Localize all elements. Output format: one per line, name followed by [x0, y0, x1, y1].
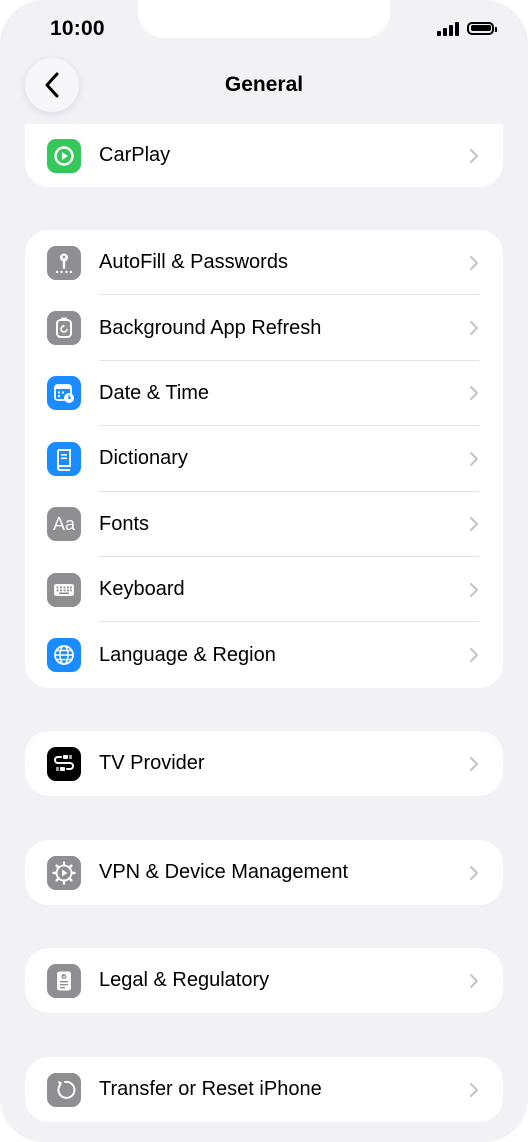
- chevron-right-icon: [470, 648, 478, 663]
- row-transfer-reset[interactable]: Transfer or Reset iPhone: [25, 1057, 503, 1122]
- settings-group-carplay: CarPlay: [25, 124, 503, 187]
- row-date-time[interactable]: Date & Time: [25, 361, 503, 427]
- row-label: Dictionary: [99, 447, 188, 470]
- gear-icon: [47, 855, 81, 890]
- row-dictionary[interactable]: Dictionary: [25, 426, 503, 492]
- chevron-right-icon: [470, 148, 478, 163]
- chevron-right-icon: [470, 973, 478, 988]
- phone-screen: 10:00 General CarPlay AutoFill & Passwor…: [0, 0, 528, 1142]
- row-label: Transfer or Reset iPhone: [99, 1078, 322, 1100]
- row-label: Language & Region: [99, 643, 276, 666]
- row-tv-provider[interactable]: TV Provider: [25, 731, 503, 796]
- row-background-app-refresh[interactable]: Background App Refresh: [25, 295, 503, 361]
- calendar-clock-icon: [47, 376, 81, 411]
- row-label: Fonts: [99, 512, 150, 535]
- chevron-right-icon: [470, 1082, 478, 1097]
- page-title: General: [224, 73, 304, 96]
- settings-group-vpn: VPN & Device Management: [25, 840, 503, 905]
- row-label: Background App Refresh: [99, 316, 322, 339]
- row-fonts[interactable]: Aa Fonts: [25, 492, 503, 557]
- row-label: Keyboard: [99, 578, 185, 601]
- row-label: TV Provider: [99, 752, 205, 774]
- row-legal-regulatory[interactable]: Legal & Regulatory: [25, 948, 503, 1013]
- settings-group-general: AutoFill & Passwords Background App Refr…: [25, 230, 503, 688]
- status-time: 10:00: [50, 17, 105, 40]
- chevron-right-icon: [470, 582, 478, 597]
- row-keyboard[interactable]: Keyboard: [25, 557, 503, 623]
- carplay-icon: [47, 138, 81, 173]
- row-carplay[interactable]: CarPlay: [25, 124, 503, 187]
- row-language-region[interactable]: Language & Region: [25, 622, 503, 687]
- row-label: Date & Time: [99, 381, 210, 404]
- status-icons: [437, 20, 497, 36]
- key-icon: [47, 245, 81, 280]
- legal-icon: [47, 963, 81, 998]
- keyboard-icon: [47, 572, 81, 607]
- reset-icon: [47, 1072, 81, 1107]
- tv-provider-icon: [47, 746, 81, 781]
- settings-group-reset: Transfer or Reset iPhone: [25, 1057, 503, 1122]
- chevron-right-icon: [470, 321, 478, 336]
- globe-icon: [47, 638, 81, 673]
- battery-icon: [467, 21, 497, 35]
- chevron-right-icon: [470, 255, 478, 270]
- chevron-right-icon: [470, 451, 478, 466]
- settings-group-tv-provider: TV Provider: [25, 731, 503, 796]
- chevron-right-icon: [470, 756, 478, 771]
- row-label: AutoFill & Passwords: [99, 251, 288, 274]
- row-label: Legal & Regulatory: [99, 969, 270, 991]
- row-vpn-device-management[interactable]: VPN & Device Management: [25, 840, 503, 905]
- refresh-icon: [47, 311, 81, 346]
- book-icon: [47, 441, 81, 476]
- chevron-right-icon: [470, 386, 478, 401]
- row-label: VPN & Device Management: [99, 861, 349, 883]
- settings-group-legal: Legal & Regulatory: [25, 948, 503, 1013]
- row-label: CarPlay: [99, 144, 171, 166]
- cellular-signal-icon: [437, 20, 459, 36]
- notch: [138, 0, 390, 38]
- row-autofill-passwords[interactable]: AutoFill & Passwords: [25, 230, 503, 296]
- chevron-right-icon: [470, 517, 478, 532]
- fonts-icon: Aa: [47, 507, 81, 542]
- chevron-right-icon: [470, 865, 478, 880]
